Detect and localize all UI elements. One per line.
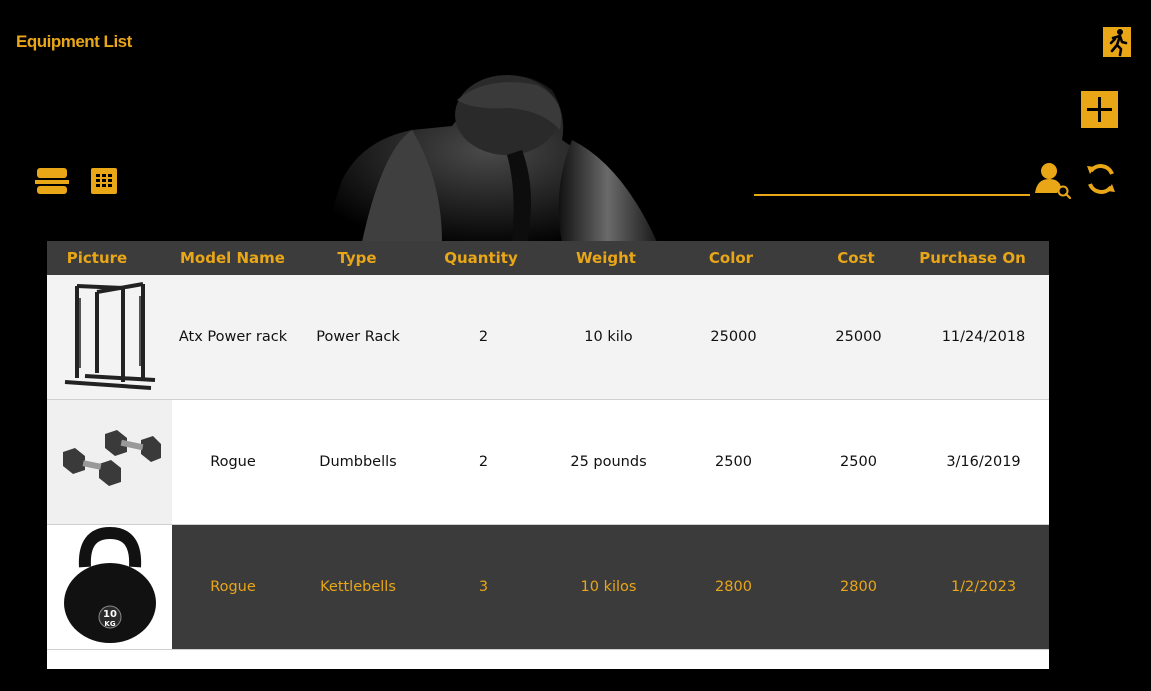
cell-quantity: 2 bbox=[478, 454, 489, 470]
cell-model: Rogue bbox=[210, 579, 256, 595]
cell-color: 2500 bbox=[715, 454, 752, 470]
power-rack-image bbox=[47, 275, 172, 399]
column-header[interactable]: Picture bbox=[47, 249, 147, 267]
page-title: Equipment List bbox=[16, 32, 132, 51]
column-header[interactable]: Model Name bbox=[147, 249, 318, 267]
cell-purchase-date: 1/2/2023 bbox=[950, 579, 1017, 595]
kettlebell-weight-label: 10 bbox=[103, 609, 117, 620]
equipment-table: Picture Model Name Type Quantity Weight … bbox=[47, 241, 1049, 669]
cell-model: Rogue bbox=[210, 454, 256, 470]
kettlebell-image: 10 KG bbox=[47, 525, 172, 649]
column-header[interactable]: Weight bbox=[566, 249, 646, 267]
cell-weight: 10 kilos bbox=[580, 579, 637, 595]
cell-cost: 2800 bbox=[840, 579, 877, 595]
cell-quantity: 2 bbox=[478, 329, 489, 345]
column-header[interactable]: Quantity bbox=[396, 249, 566, 267]
add-button[interactable] bbox=[1081, 91, 1118, 128]
cell-purchase-date: 3/16/2019 bbox=[946, 454, 1021, 470]
kettlebell-unit-label: KG bbox=[104, 620, 115, 628]
table-row[interactable]: 10 KG Rogue Kettlebells 3 10 kilos 2800 … bbox=[47, 525, 1049, 650]
table-header: Picture Model Name Type Quantity Weight … bbox=[47, 241, 1049, 275]
grid-view-icon[interactable] bbox=[90, 167, 118, 195]
exit-icon[interactable] bbox=[1103, 27, 1131, 57]
cell-color: 25000 bbox=[710, 329, 757, 345]
cell-color: 2800 bbox=[715, 579, 752, 595]
refresh-icon[interactable] bbox=[1084, 162, 1118, 196]
column-header[interactable]: Cost bbox=[816, 249, 896, 267]
dumbbells-image bbox=[47, 400, 172, 524]
cell-type: Dumbbells bbox=[319, 454, 397, 470]
column-header[interactable]: Type bbox=[318, 249, 396, 267]
cell-weight: 10 kilo bbox=[584, 329, 633, 345]
hero-athlete-image bbox=[322, 70, 672, 242]
cell-cost: 2500 bbox=[840, 454, 877, 470]
user-search-icon[interactable] bbox=[1033, 161, 1073, 200]
cell-weight: 25 pounds bbox=[570, 454, 647, 470]
list-view-icon[interactable] bbox=[35, 166, 69, 196]
column-header[interactable]: Purchase On bbox=[896, 249, 1049, 267]
cell-type: Power Rack bbox=[316, 329, 400, 345]
cell-purchase-date: 11/24/2018 bbox=[941, 329, 1026, 345]
search-input[interactable] bbox=[754, 170, 1030, 196]
table-row[interactable]: Atx Power rack Power Rack 2 10 kilo 2500… bbox=[47, 275, 1049, 400]
cell-cost: 25000 bbox=[835, 329, 882, 345]
table-row[interactable]: Rogue Dumbbells 2 25 pounds 2500 2500 3/… bbox=[47, 400, 1049, 525]
column-header[interactable]: Color bbox=[646, 249, 816, 267]
cell-type: Kettlebells bbox=[320, 579, 396, 595]
cell-model: Atx Power rack bbox=[178, 329, 288, 345]
cell-quantity: 3 bbox=[478, 579, 489, 595]
